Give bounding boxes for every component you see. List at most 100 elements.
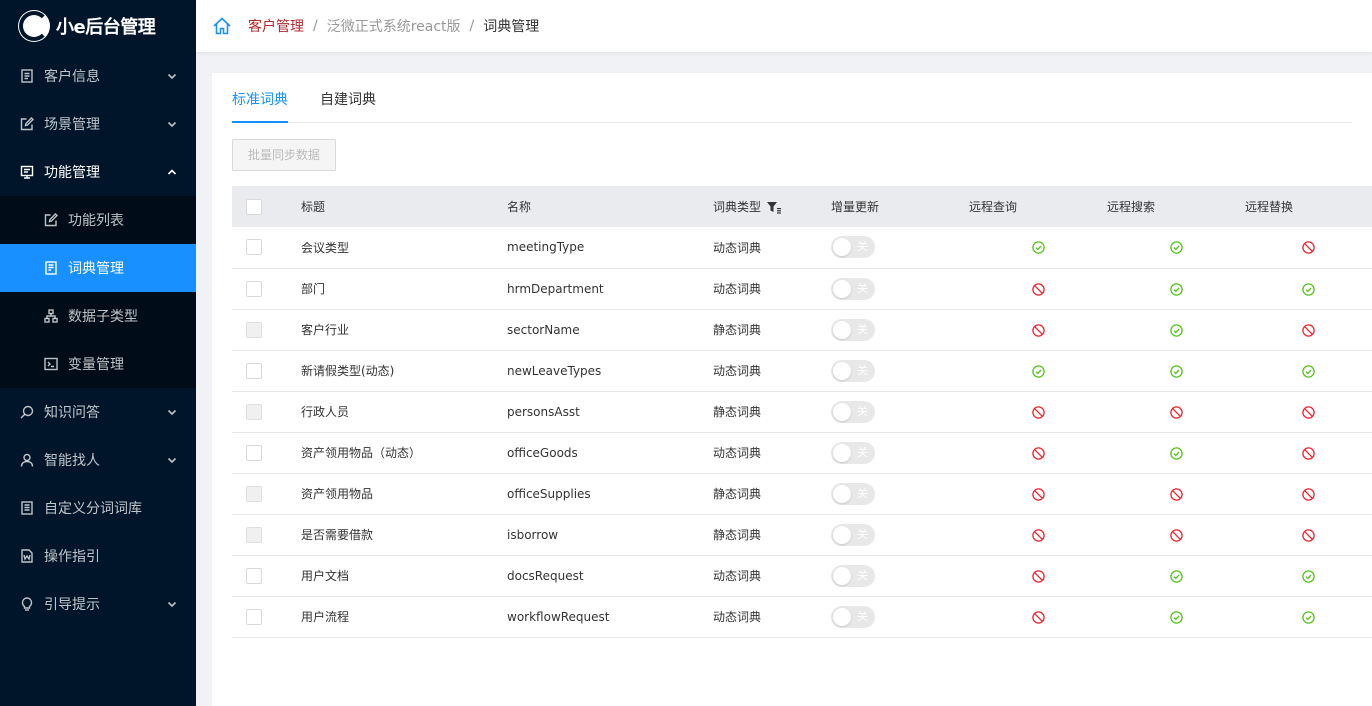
check-circle-icon xyxy=(1031,364,1045,378)
home-icon[interactable] xyxy=(212,16,232,36)
check-circle-icon xyxy=(1169,323,1183,337)
check-circle-icon xyxy=(1169,241,1183,254)
sidebar-item-customer-info[interactable]: 客户信息 xyxy=(0,52,196,100)
sidebar-item-variable-management[interactable]: 变量管理 xyxy=(0,340,196,388)
sidebar-item-label: 词典管理 xyxy=(68,261,124,277)
cell-title: 客户行业 xyxy=(301,309,507,351)
cell-title: 新请假类型(动态) xyxy=(301,350,507,392)
incremental-update-switch[interactable]: 关 xyxy=(831,318,875,341)
forbidden-icon xyxy=(1169,405,1183,419)
table-row[interactable]: 用户文档 docsRequest 动态词典 关 xyxy=(232,555,1372,597)
switch-knob xyxy=(833,279,851,298)
submenu-function-management: 功能列表词典管理数据子类型变量管理 xyxy=(0,196,196,388)
table-header-row: 标题 名称 词典类型 增量更新 远程查询 远程搜索 远程替换 xyxy=(232,186,1372,227)
sidebar-item-label: 功能列表 xyxy=(68,213,124,229)
logo[interactable]: 小e后台管理 xyxy=(0,0,196,52)
table-row[interactable]: 资产领用物品（动态） officeGoods 动态词典 关 xyxy=(232,432,1372,474)
table-row[interactable]: 会议类型 meetingType 动态词典 关 xyxy=(232,227,1372,269)
sidebar-item-knowledge-qa[interactable]: 知识问答 xyxy=(0,388,196,436)
switch-label: 关 xyxy=(857,363,868,377)
table-row[interactable]: 新请假类型(动态) newLeaveTypes 动态词典 关 xyxy=(232,350,1372,392)
sidebar-item-scene-management[interactable]: 场景管理 xyxy=(0,100,196,148)
incremental-update-switch[interactable]: 关 xyxy=(831,482,875,505)
check-circle-icon xyxy=(1169,364,1183,378)
cell-type: 静态词典 xyxy=(713,473,831,515)
header-remote-search: 远程搜索 xyxy=(1107,186,1245,227)
filter-icon[interactable] xyxy=(767,201,782,214)
forbidden-icon xyxy=(1031,528,1045,542)
cell-name: officeSupplies xyxy=(507,473,713,515)
sidebar-item-dictionary-management[interactable]: 词典管理 xyxy=(0,244,196,292)
incremental-update-switch[interactable]: 关 xyxy=(831,441,875,464)
sidebar-item-custom-segmentation-dictionary[interactable]: 自定义分词词库 xyxy=(0,484,196,532)
incremental-update-switch[interactable]: 关 xyxy=(831,359,875,382)
row-checkbox[interactable] xyxy=(246,362,262,379)
header-type-label: 词典类型 xyxy=(713,200,762,214)
logo-icon xyxy=(18,10,50,42)
incremental-update-switch[interactable]: 关 xyxy=(831,605,875,628)
switch-label: 关 xyxy=(857,445,868,459)
switch-knob xyxy=(833,607,851,626)
chevron-down-icon xyxy=(166,118,178,130)
check-circle-icon xyxy=(1302,282,1315,296)
sidebar-item-guide-hints[interactable]: 引导提示 xyxy=(0,580,196,628)
edit-icon xyxy=(20,117,34,131)
sidebar-item-function-list[interactable]: 功能列表 xyxy=(0,196,196,244)
bulb-icon xyxy=(20,597,34,611)
check-circle-icon xyxy=(1169,569,1183,583)
cell-name: meetingType xyxy=(507,227,713,269)
cell-title: 用户文档 xyxy=(301,555,507,597)
sidebar-item-label: 引导提示 xyxy=(44,597,100,613)
table-row[interactable]: 资产领用物品 officeSupplies 静态词典 关 xyxy=(232,473,1372,515)
switch-knob xyxy=(833,238,851,257)
row-checkbox[interactable] xyxy=(246,444,262,461)
sidebar-item-operation-guide[interactable]: 操作指引 xyxy=(0,532,196,580)
incremental-update-switch[interactable]: 关 xyxy=(831,523,875,546)
cell-title: 部门 xyxy=(301,268,507,310)
incremental-update-switch[interactable]: 关 xyxy=(831,400,875,423)
header-remote-query: 远程查询 xyxy=(969,186,1107,227)
forbidden-icon xyxy=(1169,487,1183,501)
table-row[interactable]: 是否需要借款 isborrow 静态词典 关 xyxy=(232,514,1372,556)
main-content: 标准词典 自建词典 批量同步数据 标题 名称 词典类型 增量更新 远程查询 远程… xyxy=(212,73,1372,706)
breadcrumb-system[interactable]: 泛微正式系统react版 xyxy=(327,16,461,36)
row-checkbox[interactable] xyxy=(246,608,262,625)
sidebar-item-label: 知识问答 xyxy=(44,405,100,421)
forbidden-icon xyxy=(1031,610,1045,624)
cell-name: hrmDepartment xyxy=(507,268,713,310)
breadcrumb-customer[interactable]: 客户管理 xyxy=(248,16,304,36)
chevron-down-icon xyxy=(166,70,178,82)
switch-label: 关 xyxy=(857,527,868,541)
header-remote-replace: 远程替换 xyxy=(1245,186,1372,227)
cell-title: 资产领用物品（动态） xyxy=(301,432,507,474)
row-checkbox[interactable] xyxy=(246,567,262,584)
cell-name: personsAsst xyxy=(507,391,713,433)
check-circle-icon xyxy=(1031,241,1045,254)
user-icon xyxy=(20,453,34,467)
switch-label: 关 xyxy=(857,281,868,295)
sidebar-item-label: 变量管理 xyxy=(68,357,124,373)
incremental-update-switch[interactable]: 关 xyxy=(831,564,875,587)
row-checkbox[interactable] xyxy=(246,239,262,256)
tab-custom-dictionary[interactable]: 自建词典 xyxy=(320,89,376,122)
row-checkbox xyxy=(246,526,262,543)
table-row[interactable]: 部门 hrmDepartment 动态词典 关 xyxy=(232,268,1372,310)
cell-type: 动态词典 xyxy=(713,596,831,638)
table-row[interactable]: 客户行业 sectorName 静态词典 关 xyxy=(232,309,1372,351)
table-row[interactable]: 行政人员 personsAsst 静态词典 关 xyxy=(232,391,1372,433)
sidebar-item-function-management[interactable]: 功能管理 xyxy=(0,148,196,196)
tab-standard-dictionary[interactable]: 标准词典 xyxy=(232,89,288,123)
sidebar-item-label: 自定义分词词库 xyxy=(44,501,142,517)
forbidden-icon xyxy=(1169,528,1183,542)
row-checkbox[interactable] xyxy=(246,280,262,297)
batch-sync-button[interactable]: 批量同步数据 xyxy=(232,139,337,171)
switch-knob xyxy=(833,320,851,339)
dictionary-table: 标题 名称 词典类型 增量更新 远程查询 远程搜索 远程替换 会议类型 meeti… xyxy=(232,186,1372,638)
cell-type: 动态词典 xyxy=(713,227,831,269)
incremental-update-switch[interactable]: 关 xyxy=(831,236,875,259)
sidebar-item-data-subtype[interactable]: 数据子类型 xyxy=(0,292,196,340)
incremental-update-switch[interactable]: 关 xyxy=(831,277,875,300)
select-all-checkbox[interactable] xyxy=(246,198,262,215)
sidebar-item-smart-people-finder[interactable]: 智能找人 xyxy=(0,436,196,484)
table-row[interactable]: 用户流程 workflowRequest 动态词典 关 xyxy=(232,596,1372,638)
